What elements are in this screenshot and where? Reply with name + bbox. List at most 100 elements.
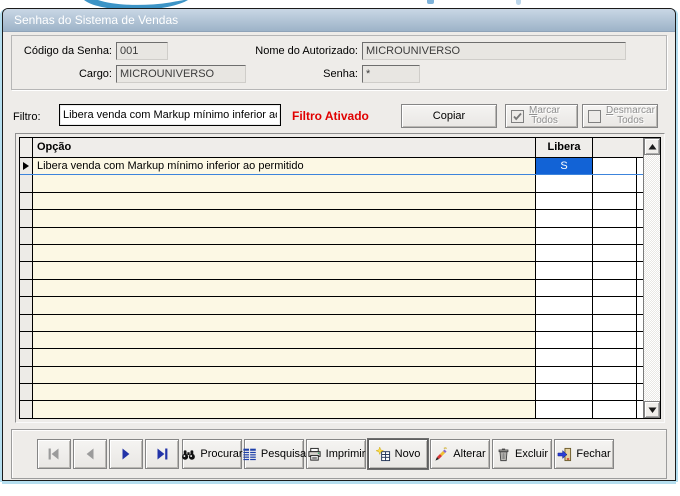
pesquisa-label: Pesquisa xyxy=(260,448,307,460)
grid-row[interactable] xyxy=(20,314,643,332)
new-record-icon xyxy=(375,446,390,461)
grid-cell-ind xyxy=(20,210,33,227)
next-record-icon xyxy=(122,448,130,460)
grid-cell-ind xyxy=(20,384,33,401)
arrow-up-icon xyxy=(648,143,656,149)
grid-cell-extra xyxy=(593,349,637,366)
grid-row[interactable] xyxy=(20,244,643,263)
grid-cell-libera xyxy=(536,401,593,418)
grid-cell-libera xyxy=(536,314,593,331)
grid-row[interactable] xyxy=(20,401,643,418)
fechar-button[interactable]: Fechar xyxy=(554,439,614,469)
grid-row[interactable] xyxy=(20,192,643,211)
grid-cell-extra xyxy=(593,158,637,175)
grid-row[interactable] xyxy=(20,366,643,385)
grid-cell-ind xyxy=(20,192,33,210)
grid-row[interactable]: Libera venda com Markup mínimo inferior … xyxy=(20,158,643,176)
imprimir-label: Imprimir xyxy=(325,448,366,460)
senha-field[interactable] xyxy=(362,65,420,83)
nome-autorizado-field[interactable] xyxy=(362,42,626,60)
grid-cell-extra xyxy=(593,210,637,227)
grid-cell-libera xyxy=(536,210,593,227)
novo-label: Novo xyxy=(394,448,421,460)
password-fields-group: Código da Senha: Nome do Autorizado: Car… xyxy=(11,35,667,90)
grid-cell-opcao xyxy=(33,279,536,297)
scroll-up-button[interactable] xyxy=(644,138,660,155)
grid-cell-ind xyxy=(20,366,33,384)
nav-next-button[interactable] xyxy=(109,439,143,469)
excluir-button[interactable]: Excluir xyxy=(492,439,552,469)
codigo-field[interactable] xyxy=(116,42,168,60)
grid-row[interactable] xyxy=(20,349,643,367)
grid-cell-extra xyxy=(593,331,637,349)
pesquisa-button[interactable]: Pesquisa xyxy=(243,439,307,469)
grid-row[interactable] xyxy=(20,297,643,315)
grid-row[interactable] xyxy=(20,384,643,402)
background-logo-fragment xyxy=(427,0,434,4)
grid-cell-extra xyxy=(593,384,637,401)
grid-cell-extra xyxy=(593,314,637,331)
grid-cell-ind xyxy=(20,331,33,349)
grid-cell-libera xyxy=(536,244,593,262)
desmarcar-todos-button[interactable]: Desmarcar Todos xyxy=(582,104,658,128)
grid-row[interactable] xyxy=(20,262,643,280)
scroll-down-button[interactable] xyxy=(644,401,660,418)
filtro-input[interactable] xyxy=(59,104,281,126)
cargo-field[interactable] xyxy=(116,65,246,83)
filtro-label: Filtro: xyxy=(13,111,41,123)
grid-cell-opcao xyxy=(33,244,536,262)
printer-icon xyxy=(308,447,321,461)
grid-header-indicator xyxy=(20,138,33,157)
nav-prev-button[interactable] xyxy=(73,439,107,469)
grid-cell-extra xyxy=(593,175,637,192)
marcar-todos-button[interactable]: Marcar Todos xyxy=(505,104,578,128)
grid-cell-extra xyxy=(593,297,637,314)
exit-door-icon xyxy=(558,447,572,461)
grid-header: Opção Libera xyxy=(20,138,643,158)
grid-cell-ind xyxy=(20,314,33,331)
grid-cell-opcao xyxy=(33,401,536,418)
alterar-label: Alterar xyxy=(453,448,486,460)
grid-cell-libera xyxy=(536,192,593,210)
grid-row[interactable] xyxy=(20,210,643,228)
previous-record-icon xyxy=(86,448,94,460)
grid-row[interactable] xyxy=(20,279,643,298)
cargo-label: Cargo: xyxy=(78,68,112,80)
grid-cell-opcao xyxy=(33,297,536,314)
grid-cell-extra xyxy=(593,401,637,418)
grid-row[interactable] xyxy=(20,331,643,350)
grid-cell-opcao xyxy=(33,366,536,384)
last-record-icon xyxy=(157,448,168,460)
grid-cell-extra xyxy=(593,192,637,210)
grid-cell-opcao xyxy=(33,210,536,227)
grid-row[interactable] xyxy=(20,175,643,193)
unchecked-checkbox-icon xyxy=(588,109,601,123)
background-logo-fragment xyxy=(516,0,521,5)
grid-cell-libera xyxy=(536,279,593,297)
grid-main: Opção Libera Libera venda com Markup mín… xyxy=(20,138,643,418)
grid-cell-extra xyxy=(593,244,637,262)
nav-last-button[interactable] xyxy=(145,439,179,469)
grid-cell-libera xyxy=(536,297,593,314)
alterar-button[interactable]: Alterar xyxy=(430,439,490,469)
grid-cell-ind xyxy=(20,401,33,418)
table-search-icon xyxy=(243,448,256,460)
bottom-toolbar: Procurar Pesquisa Imprimir Novo Alterar … xyxy=(11,429,667,479)
grid-cell-extra xyxy=(593,366,637,384)
excluir-label: Excluir xyxy=(514,448,548,460)
grid-cell-ind xyxy=(20,279,33,297)
nav-first-button[interactable] xyxy=(37,439,71,469)
copiar-button[interactable]: Copiar xyxy=(401,104,497,128)
grid-cell-ind xyxy=(20,297,33,314)
grid-row[interactable] xyxy=(20,227,643,245)
procurar-button[interactable]: Procurar xyxy=(182,439,243,469)
codigo-label: Código da Senha: xyxy=(23,45,112,57)
grid-body: Libera venda com Markup mínimo inferior … xyxy=(20,158,643,418)
vertical-scrollbar[interactable] xyxy=(643,138,660,418)
window-title: Senhas do Sistema de Vendas xyxy=(14,13,179,27)
novo-button[interactable]: Novo xyxy=(368,439,428,469)
grid-header-opcao: Opção xyxy=(33,138,536,157)
grid-cell-ind xyxy=(20,227,33,244)
imprimir-button[interactable]: Imprimir xyxy=(306,439,366,469)
desmarcar-todos-label: Desmarcar Todos xyxy=(606,105,655,126)
